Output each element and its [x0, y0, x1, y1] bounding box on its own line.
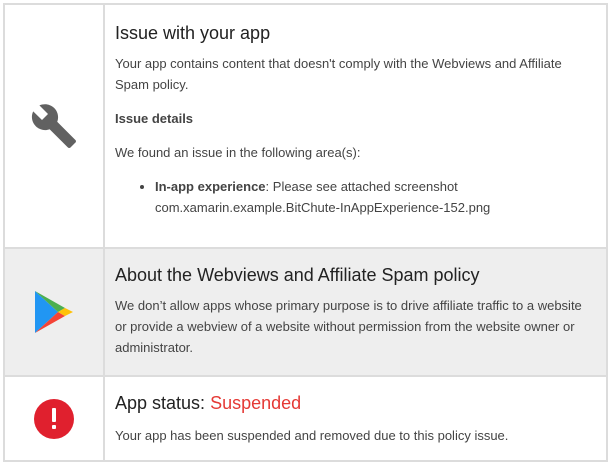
- status-title: App status: Suspended: [115, 392, 596, 414]
- wrench-icon: [30, 102, 78, 150]
- issue-details-heading: Issue details: [115, 111, 194, 126]
- status-title-prefix: App status:: [115, 393, 206, 413]
- issue-content: Issue with your app Your app contains co…: [105, 5, 606, 247]
- error-icon: [34, 398, 74, 439]
- list-item: In-app experience: Please see attached s…: [155, 176, 596, 218]
- policy-content: About the Webviews and Affiliate Spam po…: [105, 249, 606, 375]
- status-icon-cell: [5, 377, 105, 460]
- issue-area-list: In-app experience: Please see attached s…: [115, 176, 596, 218]
- policy-title: About the Webviews and Affiliate Spam po…: [115, 265, 480, 285]
- issue-description: Your app contains content that doesn't c…: [115, 56, 562, 92]
- status-description: Your app has been suspended and removed …: [115, 428, 509, 443]
- issue-icon-cell: [5, 5, 105, 247]
- issue-row: Issue with your app Your app contains co…: [3, 3, 608, 247]
- issue-area-label: In-app experience: [155, 179, 266, 194]
- issue-found-text: We found an issue in the following area(…: [115, 145, 361, 160]
- status-row: App status: Suspended Your app has been …: [3, 375, 608, 462]
- status-value: Suspended: [210, 393, 302, 413]
- google-play-icon: [33, 289, 75, 335]
- policy-icon-cell: [5, 249, 105, 375]
- policy-description: We don’t allow apps whose primary purpos…: [115, 298, 582, 355]
- issue-title: Issue with your app: [115, 23, 271, 43]
- policy-row: About the Webviews and Affiliate Spam po…: [3, 247, 608, 375]
- status-content: App status: Suspended Your app has been …: [105, 377, 606, 460]
- policy-notice-table: Issue with your app Your app contains co…: [3, 3, 608, 462]
